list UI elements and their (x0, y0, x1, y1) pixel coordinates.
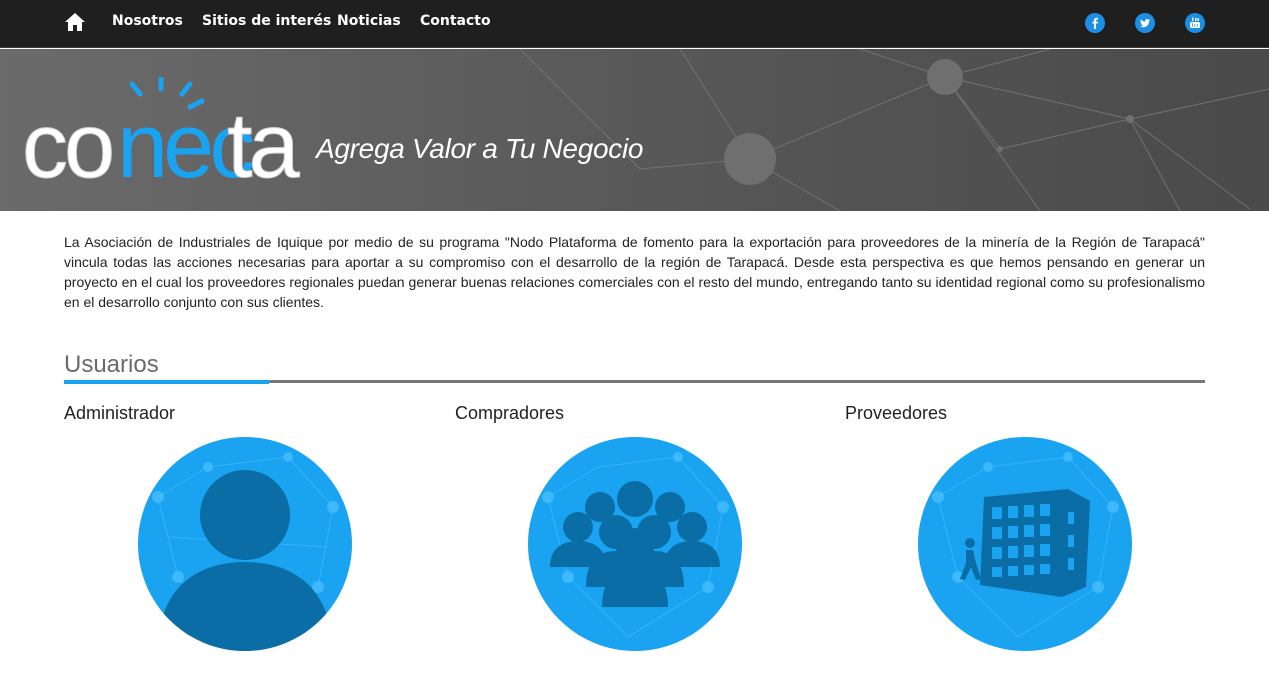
section-title: Usuarios (64, 351, 159, 378)
proveedores-card[interactable] (918, 437, 1132, 651)
youtube-icon[interactable] (1185, 13, 1205, 33)
nav-link-nosotros[interactable]: Nosotros (112, 13, 183, 29)
facebook-icon[interactable] (1085, 13, 1105, 33)
administrador-card[interactable] (138, 437, 352, 651)
nav-link-contacto[interactable]: Contacto (420, 13, 491, 29)
svg-text:ta: ta (227, 95, 301, 197)
intro-paragraph: La Asociación de Industriales de Iquique… (64, 234, 1205, 310)
twitter-icon[interactable] (1135, 13, 1155, 33)
user-title-administrador: Administrador (64, 403, 176, 423)
hero-banner: co nec ta Agrega Valor a Tu Negocio (0, 49, 1269, 211)
building-icon (960, 489, 1090, 597)
banner-tagline: Agrega Valor a Tu Negocio (316, 133, 644, 164)
section-divider-accent (64, 380, 269, 384)
user-title-compradores: Compradores (455, 403, 565, 423)
user-title-proveedores: Proveedores (845, 403, 948, 423)
home-icon[interactable] (64, 11, 86, 33)
nav-link-noticias[interactable]: Noticias (337, 13, 401, 29)
compradores-card[interactable] (528, 437, 742, 651)
svg-text:co: co (22, 95, 112, 197)
person-icon (158, 470, 332, 651)
conecta-logo[interactable]: co nec ta (22, 74, 312, 198)
nav-link-sitios-de-interes[interactable]: Sitios de interés (202, 13, 331, 29)
group-icon (550, 481, 720, 607)
top-navbar: Nosotros Sitios de interés Noticias Cont… (0, 0, 1269, 48)
